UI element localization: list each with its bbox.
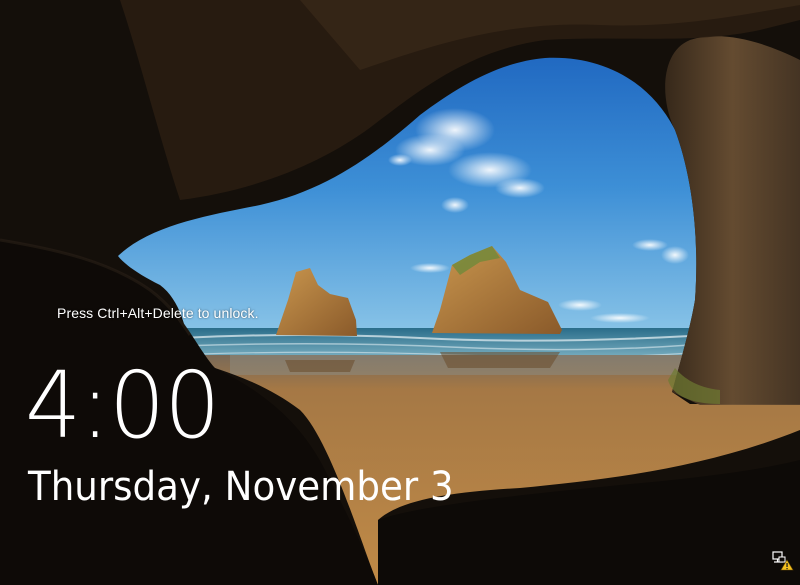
- network-warning-icon[interactable]: [772, 551, 794, 571]
- clock-date: Thursday, November 3: [28, 464, 454, 510]
- lock-screen[interactable]: Press Ctrl+Alt+Delete to unlock. 4:00 Th…: [0, 0, 800, 585]
- unlock-instruction: Press Ctrl+Alt+Delete to unlock.: [57, 305, 259, 321]
- clock-time: 4:00: [25, 352, 220, 459]
